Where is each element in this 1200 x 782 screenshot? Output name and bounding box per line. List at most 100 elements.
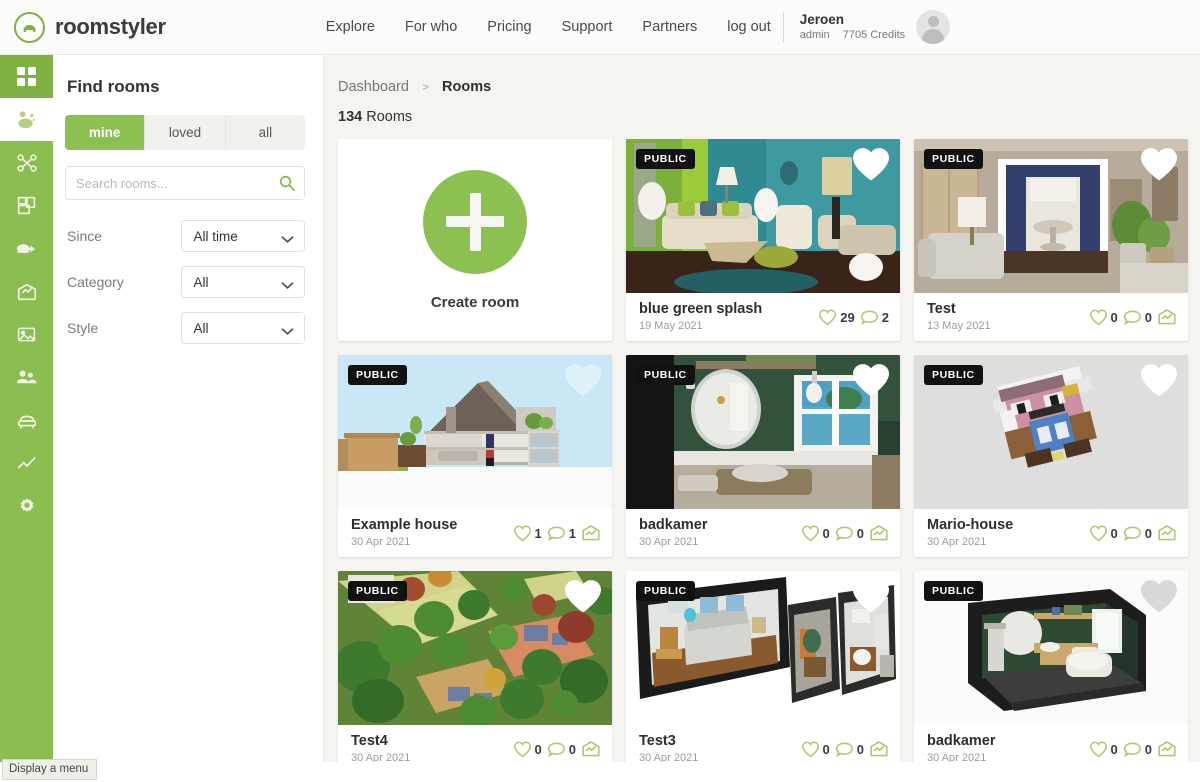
likes-stat[interactable]: 0: [513, 741, 542, 758]
room-stats: 29 2: [818, 309, 889, 326]
comments-stat[interactable]: 0: [835, 741, 864, 758]
room-stats: 0 0: [513, 740, 601, 758]
share-stat[interactable]: [1157, 524, 1177, 542]
tab-loved[interactable]: loved: [144, 115, 225, 150]
sidebar-item-share[interactable]: [0, 270, 53, 313]
sidebar-item-statistics[interactable]: [0, 442, 53, 485]
room-title: Test: [927, 301, 956, 318]
sidebar-item-cut-tool[interactable]: [0, 141, 53, 184]
room-thumbnail[interactable]: PUBLIC: [914, 355, 1188, 509]
likes-stat[interactable]: 0: [1089, 525, 1118, 542]
image-icon: [16, 324, 37, 345]
room-date: 30 Apr 2021: [351, 536, 411, 549]
filter-value-style: All: [193, 320, 209, 336]
comments-count: 0: [856, 525, 864, 541]
room-meta: Test3 30 Apr 2021 0 0: [626, 725, 900, 762]
nav-item-for-who[interactable]: For who: [405, 19, 457, 35]
filter-select-since[interactable]: All time: [181, 220, 305, 252]
favorite-heart-icon[interactable]: [563, 578, 603, 619]
room-count-number: 134: [338, 109, 363, 125]
filter-select-category[interactable]: All: [181, 266, 305, 298]
sidebar-item-move-furniture[interactable]: [0, 227, 53, 270]
room-card[interactable]: PUBLIC Mario-house 30 Apr 2021 0 0: [914, 355, 1188, 557]
room-thumbnail[interactable]: PUBLIC: [626, 571, 900, 725]
sidebar-item-furniture[interactable]: [0, 399, 53, 442]
room-card[interactable]: PUBLIC badkamer 30 Apr 2021 0 0: [626, 355, 900, 557]
top-bar: roomstyler Explore For who Pricing Suppo…: [0, 0, 1200, 55]
room-thumbnail[interactable]: PUBLIC: [338, 571, 612, 725]
sidebar-item-dashboard[interactable]: [0, 55, 53, 98]
likes-stat[interactable]: 0: [1089, 309, 1118, 326]
share-stat[interactable]: [869, 524, 889, 542]
likes-stat[interactable]: 0: [801, 525, 830, 542]
tab-all[interactable]: all: [224, 115, 305, 150]
room-card[interactable]: PUBLIC Test4 30 Apr 2021 0 0: [338, 571, 612, 762]
likes-stat[interactable]: 29: [818, 309, 855, 326]
room-card[interactable]: PUBLIC badkamer 30 Apr 2021 0 0: [914, 571, 1188, 762]
comments-stat[interactable]: 1: [547, 525, 576, 542]
room-thumbnail[interactable]: PUBLIC: [914, 571, 1188, 725]
search-icon[interactable]: [278, 174, 296, 197]
likes-stat[interactable]: 0: [801, 741, 830, 758]
comments-stat[interactable]: 0: [1123, 525, 1152, 542]
room-card[interactable]: PUBLIC Test 13 May 2021 0 0: [914, 139, 1188, 341]
sidebar-item-rooms[interactable]: [0, 98, 53, 141]
heart-outline-icon: [1089, 525, 1107, 541]
nav-item-explore[interactable]: Explore: [326, 19, 375, 35]
chevron-down-icon: [281, 324, 294, 339]
brand-logo-link[interactable]: roomstyler: [14, 11, 166, 43]
sidebar-item-images[interactable]: [0, 313, 53, 356]
tab-mine[interactable]: mine: [65, 115, 145, 150]
share-export-icon: [1158, 525, 1176, 541]
comments-stat[interactable]: 0: [835, 525, 864, 542]
room-title: badkamer: [927, 733, 996, 750]
room-thumbnail[interactable]: PUBLIC: [338, 355, 612, 509]
room-title: Example house: [351, 517, 458, 534]
favorite-heart-icon[interactable]: [1139, 578, 1179, 619]
share-export-icon: [1158, 741, 1176, 757]
room-count: 134 Rooms: [338, 109, 1184, 125]
favorite-heart-icon[interactable]: [563, 362, 603, 403]
favorite-heart-icon[interactable]: [851, 362, 891, 403]
likes-stat[interactable]: 1: [513, 525, 542, 542]
comments-stat[interactable]: 0: [1123, 741, 1152, 758]
room-date: 30 Apr 2021: [927, 536, 987, 549]
comments-count: 0: [1144, 525, 1152, 541]
sidebar-item-floorplans[interactable]: [0, 184, 53, 227]
user-sub-info: admin 7705 Credits: [800, 29, 905, 43]
app-root: roomstyler Explore For who Pricing Suppo…: [0, 0, 1200, 782]
room-thumbnail[interactable]: PUBLIC: [914, 139, 1188, 293]
favorite-heart-icon[interactable]: [1139, 146, 1179, 187]
comments-stat[interactable]: 0: [547, 741, 576, 758]
search-input[interactable]: [65, 166, 305, 200]
sidebar-item-community[interactable]: [0, 356, 53, 399]
room-thumbnail[interactable]: PUBLIC: [626, 355, 900, 509]
room-card[interactable]: PUBLIC Test3 30 Apr 2021 0 0: [626, 571, 900, 762]
room-card[interactable]: PUBLIC Example house 30 Apr 2021 1 1: [338, 355, 612, 557]
room-card[interactable]: PUBLIC blue green splash 19 May 2021 29: [626, 139, 900, 341]
room-thumbnail[interactable]: PUBLIC: [626, 139, 900, 293]
share-stat[interactable]: [581, 524, 601, 542]
likes-stat[interactable]: 0: [1089, 741, 1118, 758]
share-stat[interactable]: [869, 740, 889, 758]
breadcrumb-root[interactable]: Dashboard: [338, 79, 409, 95]
create-room-card[interactable]: Create room: [338, 139, 612, 341]
filter-select-style[interactable]: All: [181, 312, 305, 344]
comment-bubble-icon: [1123, 310, 1141, 325]
share-stat[interactable]: [581, 740, 601, 758]
nav-item-support[interactable]: Support: [562, 19, 613, 35]
user-menu[interactable]: Jeroen admin 7705 Credits: [800, 10, 951, 44]
favorite-heart-icon[interactable]: [851, 578, 891, 619]
share-stat[interactable]: [1157, 308, 1177, 326]
nav-item-pricing[interactable]: Pricing: [487, 19, 531, 35]
brand-name: roomstyler: [55, 14, 166, 39]
comments-stat[interactable]: 2: [860, 309, 889, 326]
nav-item-logout[interactable]: log out: [727, 19, 771, 35]
nav-item-partners[interactable]: Partners: [642, 19, 697, 35]
comments-stat[interactable]: 0: [1123, 309, 1152, 326]
favorite-heart-icon[interactable]: [1139, 362, 1179, 403]
user-avatar-icon[interactable]: [916, 10, 951, 44]
share-stat[interactable]: [1157, 740, 1177, 758]
sidebar-item-settings[interactable]: [0, 485, 53, 528]
favorite-heart-icon[interactable]: [851, 146, 891, 187]
